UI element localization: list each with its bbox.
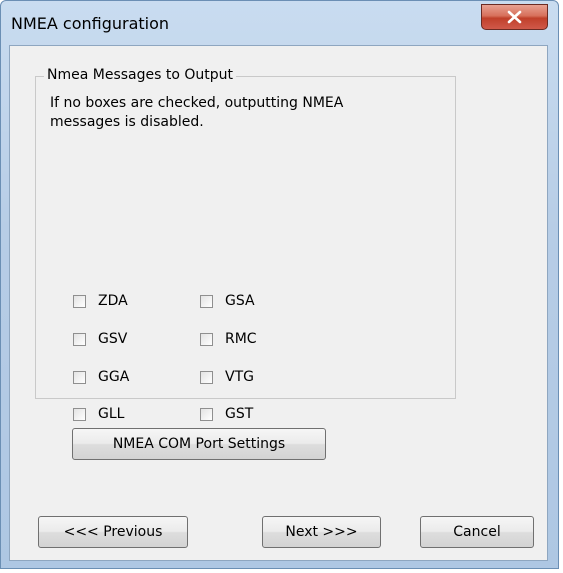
checkbox-gll[interactable]: GLL <box>73 406 124 422</box>
checkbox-label: GSA <box>225 293 255 309</box>
close-button[interactable] <box>481 4 548 30</box>
window-title: NMEA configuration <box>11 14 170 33</box>
checkbox-gsv[interactable]: GSV <box>73 331 127 347</box>
checkbox-box[interactable] <box>73 294 86 308</box>
checkbox-label: VTG <box>225 369 254 385</box>
checkbox-label: ZDA <box>98 293 128 309</box>
close-icon <box>507 10 522 24</box>
checkbox-gsa[interactable]: GSA <box>200 293 255 309</box>
groupbox-legend: Nmea Messages to Output <box>44 67 236 83</box>
next-button[interactable]: Next >>> <box>262 516 381 548</box>
checkbox-gst[interactable]: GST <box>200 406 253 422</box>
checkbox-rmc[interactable]: RMC <box>200 331 257 347</box>
checkbox-box[interactable] <box>73 407 86 421</box>
dialog-window: NMEA configuration Nmea Messages to Outp… <box>0 0 559 569</box>
checkbox-box[interactable] <box>200 294 213 308</box>
nmea-messages-groupbox: Nmea Messages to Output If no boxes are … <box>35 67 456 422</box>
checkbox-zda[interactable]: ZDA <box>73 293 128 309</box>
cancel-button[interactable]: Cancel <box>420 516 534 548</box>
checkbox-label: GLL <box>98 406 125 422</box>
checkbox-label: RMC <box>225 331 257 347</box>
previous-button[interactable]: <<< Previous <box>38 516 188 548</box>
checkbox-label: GST <box>225 406 254 422</box>
checkbox-box[interactable] <box>200 370 213 384</box>
checkbox-box[interactable] <box>200 407 213 421</box>
nmea-com-port-settings-button[interactable]: NMEA COM Port Settings <box>72 428 326 460</box>
checkbox-label: GGA <box>98 369 130 385</box>
checkbox-box[interactable] <box>73 332 86 346</box>
checkbox-label: GSV <box>98 331 128 347</box>
checkbox-vtg[interactable]: VTG <box>200 369 254 385</box>
dialog-client-area: Nmea Messages to Output If no boxes are … <box>9 45 548 561</box>
checkbox-box[interactable] <box>73 370 86 384</box>
checkbox-gga[interactable]: GGA <box>73 369 129 385</box>
title-bar[interactable]: NMEA configuration <box>1 1 558 45</box>
groupbox-description: If no boxes are checked, outputting NMEA… <box>50 95 344 130</box>
checkbox-box[interactable] <box>200 332 213 346</box>
